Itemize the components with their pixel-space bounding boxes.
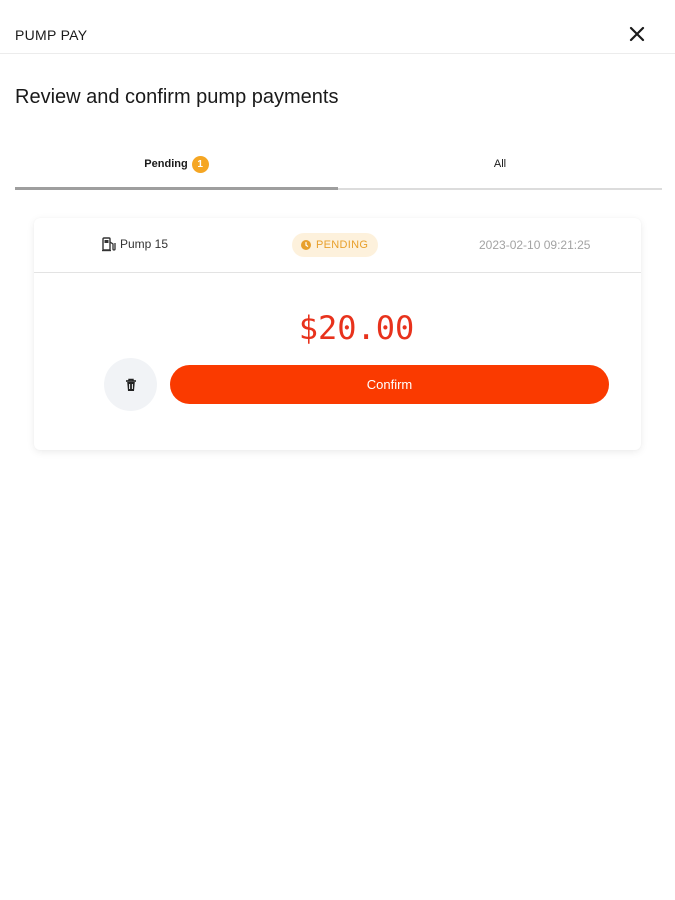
clock-icon (301, 240, 311, 250)
tab-all-label: All (493, 158, 507, 170)
payment-timestamp: 2023-02-10 09:21:25 (479, 238, 591, 252)
pump-label: Pump 15 (120, 237, 169, 251)
fuel-pump-icon (102, 237, 116, 252)
pump-info: Pump 15 (101, 236, 168, 252)
payment-card-header: Pump 15 PENDING 2023-02-10 09:21:25 (34, 218, 641, 273)
confirm-button[interactable]: Confirm (170, 365, 609, 404)
tab-pending[interactable]: Pending 1 (15, 140, 338, 190)
pending-count-badge: 1 (191, 155, 209, 173)
tab-bar: Pending 1 All (15, 140, 662, 190)
tab-pending-label: Pending (144, 158, 188, 170)
payment-card: Pump 15 PENDING 2023-02-10 09:21:25 $20.… (34, 218, 641, 450)
close-button[interactable] (623, 20, 651, 48)
status-text: PENDING (316, 239, 369, 251)
trash-icon (125, 378, 136, 391)
tab-all[interactable]: All (338, 140, 662, 188)
app-title: PUMP PAY (15, 27, 88, 43)
delete-button[interactable] (104, 358, 157, 411)
payment-amount: $20.00 (298, 309, 415, 347)
status-badge: PENDING (292, 233, 379, 257)
close-icon (629, 26, 645, 42)
page-title: Review and confirm pump payments (15, 86, 339, 108)
top-bar: PUMP PAY (0, 0, 675, 54)
